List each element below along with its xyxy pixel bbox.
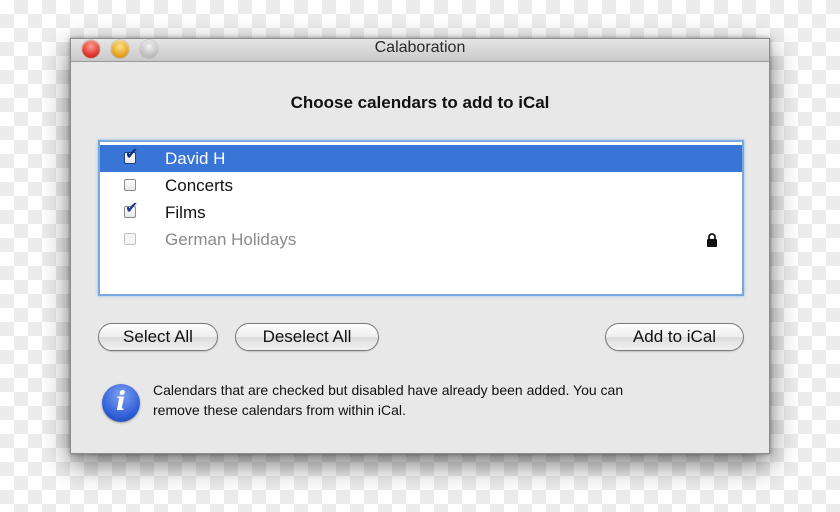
checkmark-icon: ✔	[125, 198, 139, 217]
info-icon: i	[102, 384, 140, 422]
list-item[interactable]: Concerts	[100, 172, 742, 199]
calendar-label: David H	[165, 149, 226, 168]
lock-icon	[707, 233, 717, 247]
dialog-heading: Choose calendars to add to iCal	[290, 93, 550, 112]
calendar-label: Concerts	[165, 176, 234, 195]
title-bar[interactable]: Calaboration	[71, 39, 769, 62]
calendar-checkbox-disabled	[124, 233, 136, 245]
list-item: German Holidays	[100, 226, 742, 253]
info-line-2: remove these calendars from within iCal.	[153, 402, 406, 418]
info-icon-letter: i	[116, 387, 126, 417]
window-title: Calaboration	[374, 39, 466, 56]
calendar-checkbox[interactable]: ✔	[124, 200, 138, 218]
calendar-checkbox[interactable]	[124, 179, 136, 191]
info-line-1: Calendars that are checked but disabled …	[153, 382, 624, 398]
calendar-list[interactable]: ✔ David H Concerts ✔ Films German Holida…	[98, 140, 744, 296]
calendar-label: Films	[165, 203, 206, 222]
dialog-window: Calaboration Choose calendars to add to …	[70, 38, 770, 454]
select-all-button[interactable]: Select All	[98, 323, 218, 351]
list-item[interactable]: ✔ David H	[100, 145, 742, 172]
add-to-ical-button[interactable]: Add to iCal	[605, 323, 744, 351]
info-message: Calendars that are checked but disabled …	[153, 380, 743, 420]
calendar-checkbox[interactable]: ✔	[124, 146, 138, 164]
checkmark-icon: ✔	[125, 144, 139, 163]
list-item[interactable]: ✔ Films	[100, 199, 742, 226]
deselect-all-button[interactable]: Deselect All	[235, 323, 379, 351]
calendar-label: German Holidays	[165, 230, 297, 249]
